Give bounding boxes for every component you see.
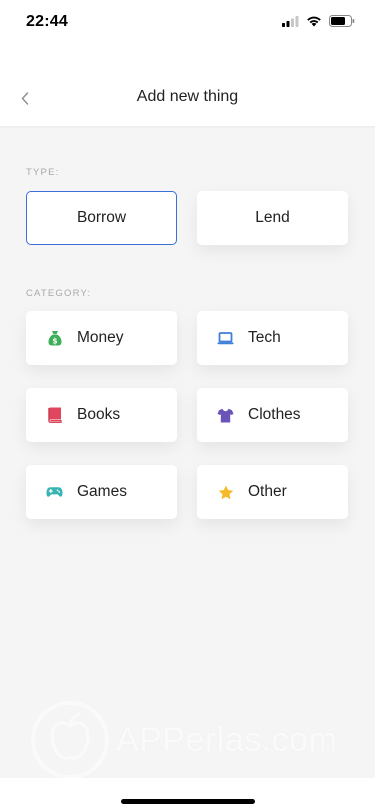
cellular-signal-icon bbox=[282, 15, 299, 27]
type-option-label: Borrow bbox=[76, 209, 127, 226]
page-title: Add new thing bbox=[136, 88, 239, 105]
type-option-lend[interactable]: Lend bbox=[197, 191, 348, 245]
watermark: APPerlas.com bbox=[30, 700, 350, 780]
home-indicator-area bbox=[0, 778, 375, 812]
navigation-bar: Add new thing bbox=[0, 46, 375, 126]
book-icon bbox=[46, 407, 63, 424]
star-icon bbox=[217, 484, 234, 501]
svg-text:$: $ bbox=[52, 337, 57, 346]
category-label: Clothes bbox=[248, 406, 301, 423]
category-section-label: CATEGORY: bbox=[26, 288, 92, 299]
status-icons bbox=[282, 15, 355, 27]
wifi-icon bbox=[307, 16, 321, 27]
apple-logo-icon bbox=[31, 701, 109, 779]
category-label: Money bbox=[77, 329, 124, 346]
category-item-money[interactable]: $ Money bbox=[26, 311, 177, 365]
category-label: Games bbox=[77, 483, 127, 500]
category-item-other[interactable]: Other bbox=[197, 465, 348, 519]
type-section-label: TYPE: bbox=[26, 167, 60, 178]
category-label: Books bbox=[77, 406, 121, 423]
home-indicator[interactable] bbox=[121, 799, 255, 804]
category-label: Other bbox=[248, 483, 287, 500]
status-time: 22:44 bbox=[26, 13, 68, 30]
status-bar: 22:44 bbox=[0, 0, 375, 46]
tshirt-icon bbox=[217, 407, 234, 424]
category-label: Tech bbox=[248, 329, 281, 346]
battery-icon bbox=[329, 15, 355, 27]
category-item-tech[interactable]: Tech bbox=[197, 311, 348, 365]
type-option-borrow[interactable]: Borrow bbox=[26, 191, 177, 245]
money-bag-icon: $ bbox=[46, 330, 63, 347]
category-item-clothes[interactable]: Clothes bbox=[197, 388, 348, 442]
category-item-books[interactable]: Books bbox=[26, 388, 177, 442]
gamepad-icon bbox=[46, 484, 63, 501]
type-option-label: Lend bbox=[255, 209, 290, 226]
category-item-games[interactable]: Games bbox=[26, 465, 177, 519]
watermark-text: APPerlas.com bbox=[116, 720, 338, 759]
laptop-icon bbox=[217, 330, 234, 347]
